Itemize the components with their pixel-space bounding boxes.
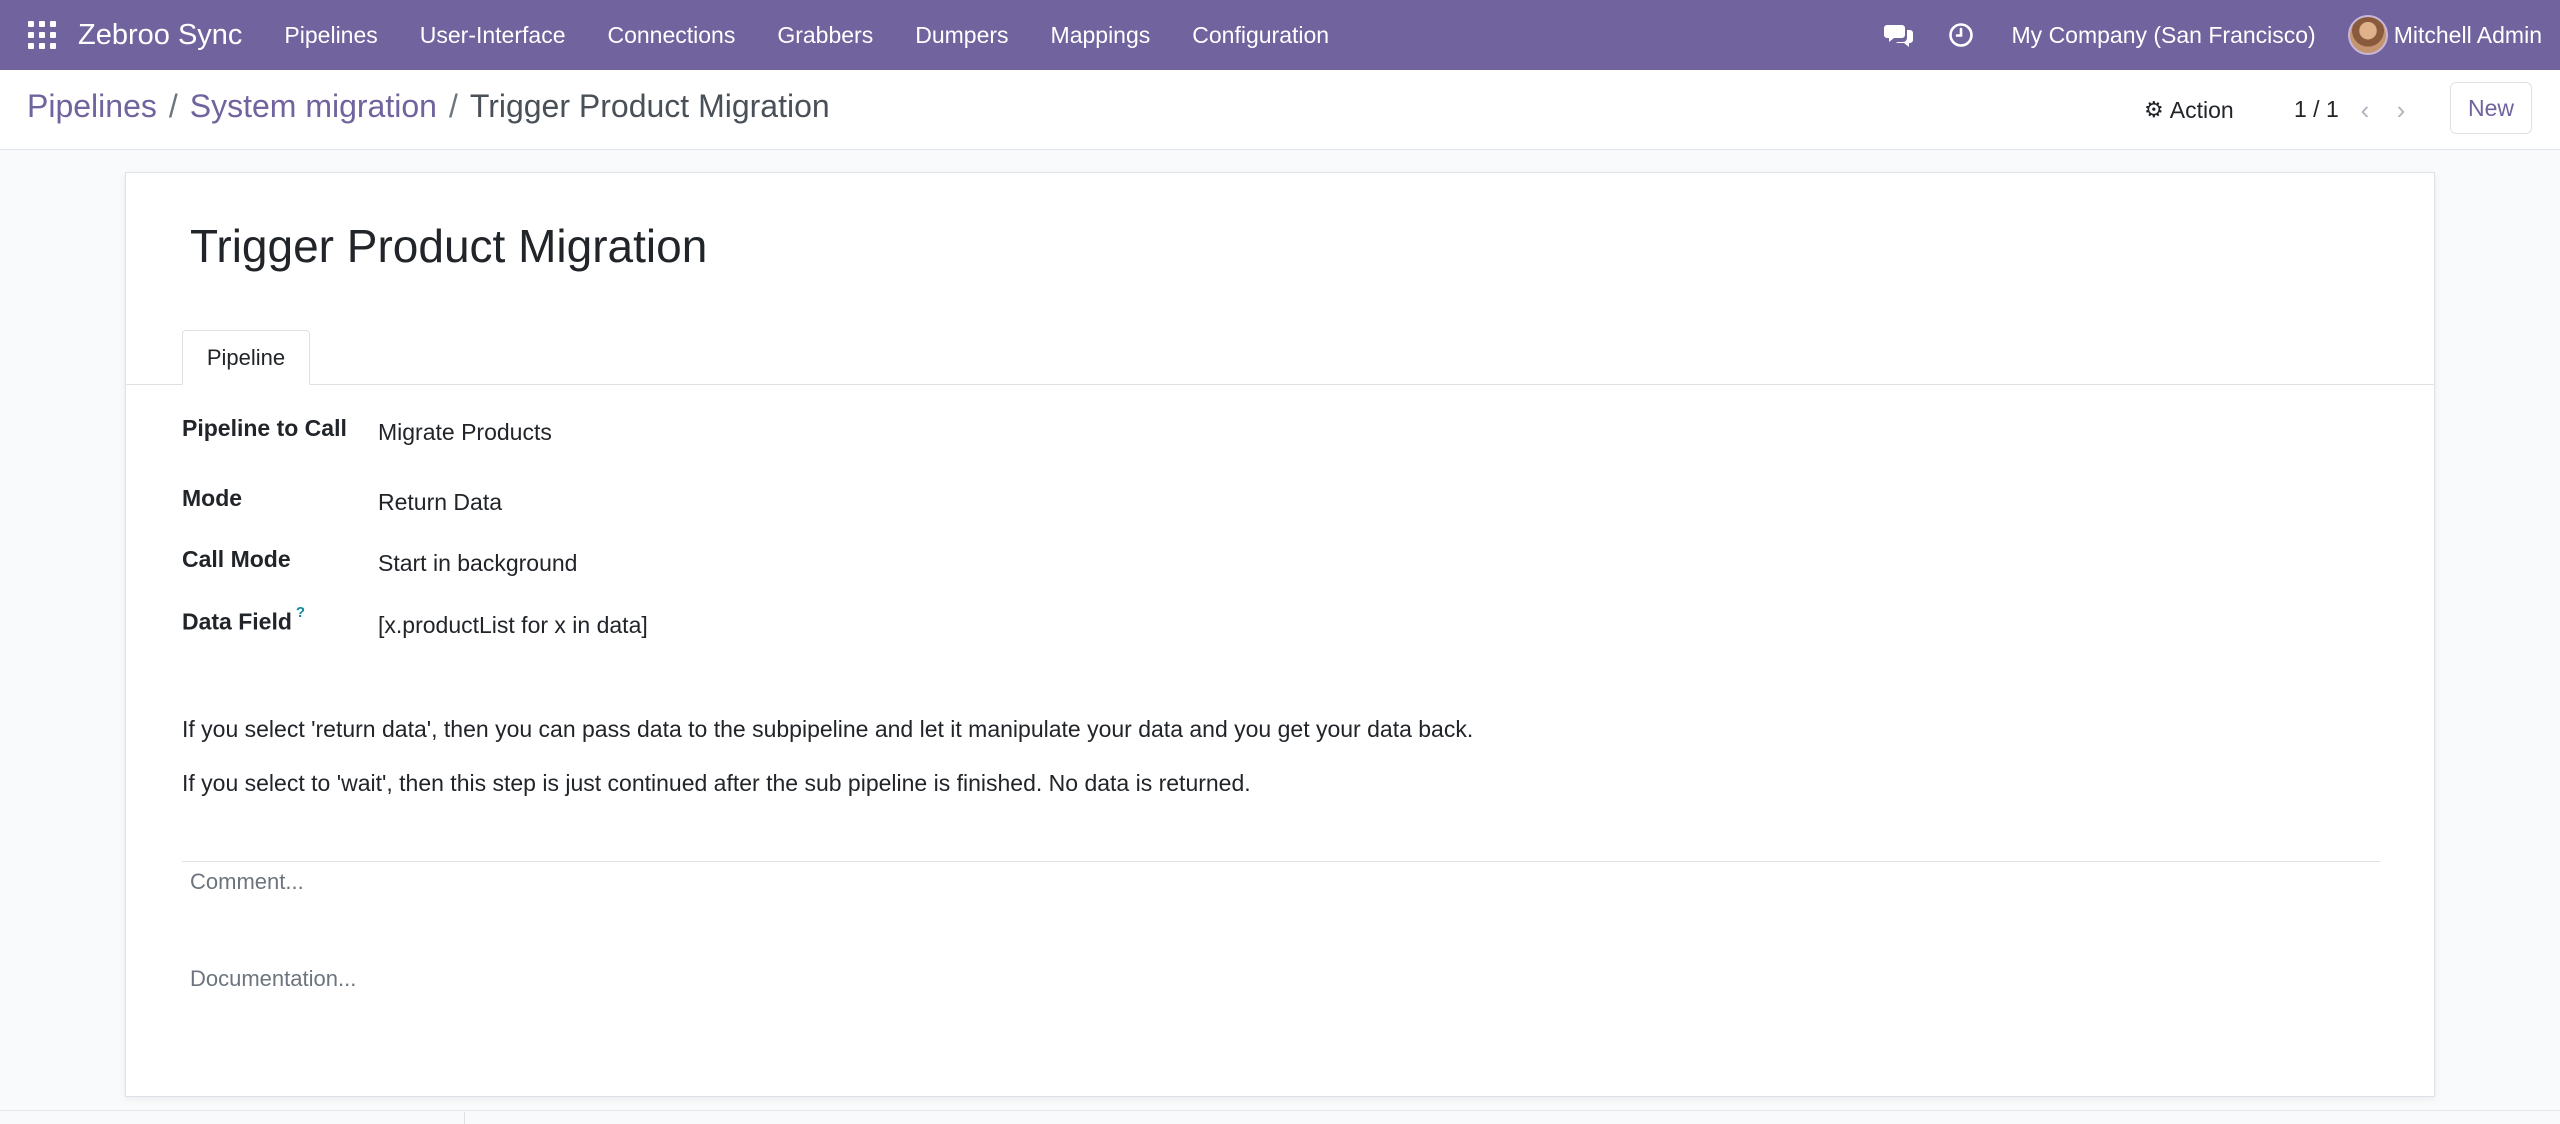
- menu-item-dumpers[interactable]: Dumpers: [915, 22, 1008, 49]
- menu-item-mappings[interactable]: Mappings: [1051, 22, 1151, 49]
- comment-field[interactable]: Comment...: [190, 869, 304, 895]
- clock-icon[interactable]: [1944, 18, 1978, 52]
- chevron-left-icon[interactable]: ‹: [2350, 92, 2380, 128]
- breadcrumb: Pipelines / System migration / Trigger P…: [27, 88, 830, 125]
- chat-icon[interactable]: [1882, 18, 1916, 52]
- pipeline-to-call-field[interactable]: Migrate Products: [378, 419, 552, 446]
- data-field-input[interactable]: [x.productList for x in data]: [378, 612, 648, 639]
- form-sheet: Pipeline Pipeline to Call Migrate Produc…: [125, 172, 2435, 1097]
- action-button[interactable]: ⚙ Action: [2144, 92, 2234, 128]
- app-name[interactable]: Zebroo Sync: [78, 19, 242, 52]
- breadcrumb-pipelines[interactable]: Pipelines: [27, 88, 157, 125]
- help-text-wait: If you select to 'wait', then this step …: [182, 770, 1251, 796]
- menu-item-grabbers[interactable]: Grabbers: [777, 22, 873, 49]
- breadcrumb-separator: /: [448, 88, 458, 124]
- comment-divider: [182, 861, 2380, 862]
- field-label-pipeline-to-call: Pipeline to Call: [182, 415, 347, 441]
- help-tooltip-icon[interactable]: ?: [296, 604, 305, 621]
- data-field-label-text: Data Field: [182, 608, 292, 635]
- control-panel: Pipelines / System migration / Trigger P…: [0, 70, 2560, 150]
- documentation-field[interactable]: Documentation...: [190, 966, 356, 992]
- user-avatar[interactable]: [2347, 15, 2388, 55]
- breadcrumb-current: Trigger Product Migration: [469, 88, 830, 124]
- breadcrumb-system-migration[interactable]: System migration: [190, 88, 437, 125]
- action-label: Action: [2169, 96, 2234, 123]
- main-menu: Pipelines User-Interface Connections Gra…: [284, 22, 1371, 49]
- menu-item-connections[interactable]: Connections: [607, 22, 735, 49]
- menu-item-user-interface[interactable]: User-Interface: [420, 22, 566, 49]
- top-navbar: Zebroo Sync Pipelines User-Interface Con…: [0, 0, 2560, 70]
- mode-field[interactable]: Return Data: [378, 489, 502, 516]
- new-button[interactable]: New: [2450, 82, 2532, 134]
- field-label-call-mode: Call Mode: [182, 546, 291, 572]
- menu-item-configuration[interactable]: Configuration: [1192, 22, 1329, 49]
- bottom-strip: [0, 1110, 2560, 1124]
- navbar-systray: My Company (San Francisco) Mitchell Admi…: [1854, 0, 2542, 70]
- apps-grid-icon[interactable]: [28, 21, 56, 49]
- bottom-divider: [464, 1112, 465, 1124]
- field-label-data-field: Data Field?: [182, 604, 305, 636]
- menu-item-pipelines[interactable]: Pipelines: [284, 22, 377, 49]
- gear-icon: ⚙: [2144, 97, 2164, 122]
- field-label-mode: Mode: [182, 485, 243, 511]
- company-switcher[interactable]: My Company (San Francisco): [2012, 22, 2316, 49]
- record-name-input[interactable]: [190, 216, 780, 276]
- call-mode-field[interactable]: Start in background: [378, 550, 577, 577]
- user-menu[interactable]: Mitchell Admin: [2394, 22, 2542, 49]
- pager-value[interactable]: 1 / 1: [2294, 96, 2339, 123]
- help-text-return-data: If you select 'return data', then you ca…: [182, 716, 1474, 742]
- tab-pipeline[interactable]: Pipeline: [182, 330, 310, 385]
- chevron-right-icon[interactable]: ›: [2386, 92, 2416, 128]
- tabs-divider: [126, 384, 2434, 385]
- breadcrumb-separator: /: [168, 88, 178, 124]
